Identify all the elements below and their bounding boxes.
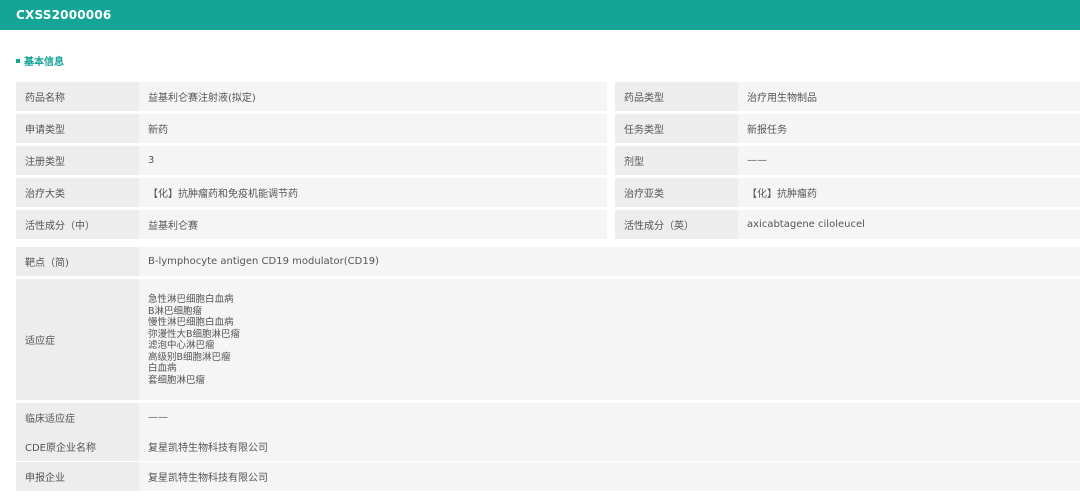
cde-company-value: 复星凯特生物科技有限公司 [139, 432, 1080, 461]
table-row: 注册类型 3 剂型 —— [16, 146, 1080, 175]
field-value: 新药 [139, 114, 607, 143]
field-label: 申请类型 [16, 114, 139, 143]
field-label: 注册类型 [16, 146, 139, 175]
indication-item: 高级别B细胞淋巴瘤 [148, 351, 231, 363]
section-marker-icon [16, 58, 20, 63]
field-label: 治疗亚类 [615, 178, 738, 207]
indication-item: 慢性淋巴细胞白血病 [148, 317, 234, 328]
column-gap [607, 146, 615, 175]
field-value: 益基利仑赛注射液(拟定) [139, 82, 607, 111]
field-value: 【化】抗肿瘤药 [738, 178, 1080, 207]
field-label: 活性成分（中） [16, 210, 139, 239]
field-value: axicabtagene ciloleucel [738, 210, 1080, 239]
table-row: 治疗大类 【化】抗肿瘤药和免疫机能调节药 治疗亚类 【化】抗肿瘤药 [16, 178, 1080, 207]
indication-item: 急性淋巴细胞白血病 [148, 294, 234, 305]
field-label: 剂型 [615, 146, 738, 175]
indication-item: 白血病 [148, 363, 177, 374]
clinical-indication-value: —— [139, 403, 1080, 432]
record-id-title: CXSS2000006 [16, 8, 112, 22]
table-row: CDE原企业名称 复星凯特生物科技有限公司 [16, 432, 1080, 461]
field-label: 药品类型 [615, 82, 738, 111]
field-value: 新报任务 [738, 114, 1080, 143]
table-row: 药品名称 益基利仑赛注射液(拟定) 药品类型 治疗用生物制品 [16, 82, 1080, 111]
cde-company-label: CDE原企业名称 [16, 432, 139, 461]
field-value: 治疗用生物制品 [738, 82, 1080, 111]
field-value: 益基利仑赛 [139, 210, 607, 239]
clinical-indication-label: 临床适应症 [16, 403, 139, 432]
title-bar: CXSS2000006 [0, 0, 1080, 30]
column-gap [607, 178, 615, 207]
column-gap [607, 114, 615, 143]
indication-item: 滤泡中心淋巴瘤 [148, 340, 215, 351]
table-row: 活性成分（中） 益基利仑赛 活性成分（英） axicabtagene cilol… [16, 210, 1080, 239]
field-value: 3 [139, 146, 607, 175]
field-label: 活性成分（英） [615, 210, 738, 239]
applicant-label: 申报企业 [16, 462, 139, 491]
column-gap [607, 82, 615, 111]
table-row: 申报企业 复星凯特生物科技有限公司 [16, 462, 1080, 491]
field-label: 治疗大类 [16, 178, 139, 207]
target-value: B-lymphocyte antigen CD19 modulator(CD19… [139, 247, 1080, 276]
table-row: 申请类型 新药 任务类型 新报任务 [16, 114, 1080, 143]
section-heading-label: 基本信息 [24, 57, 64, 68]
field-value: 【化】抗肿瘤药和免疫机能调节药 [139, 178, 607, 207]
table-row: 临床适应症 —— [16, 403, 1080, 432]
column-gap [607, 210, 615, 239]
table-row: 靶点（简) B-lymphocyte antigen CD19 modulato… [16, 247, 1080, 276]
section-heading: 基本信息 [16, 53, 64, 68]
indication-label: 适应症 [16, 279, 139, 400]
indication-list: 急性淋巴细胞白血病 B淋巴细胞瘤 慢性淋巴细胞白血病 弥漫性大B细胞淋巴瘤 滤泡… [139, 279, 1080, 400]
indication-item: 套细胞淋巴瘤 [148, 374, 206, 386]
table-row: 适应症 急性淋巴细胞白血病 B淋巴细胞瘤 慢性淋巴细胞白血病 弥漫性大B细胞淋巴… [16, 279, 1080, 400]
indication-item: 弥漫性大B细胞淋巴瘤 [148, 328, 241, 340]
target-label: 靶点（简) [16, 247, 139, 276]
field-label: 药品名称 [16, 82, 139, 111]
field-label: 任务类型 [615, 114, 738, 143]
field-value: —— [738, 146, 1080, 175]
applicant-value: 复星凯特生物科技有限公司 [139, 462, 1080, 491]
indication-item: B淋巴细胞瘤 [148, 305, 203, 317]
